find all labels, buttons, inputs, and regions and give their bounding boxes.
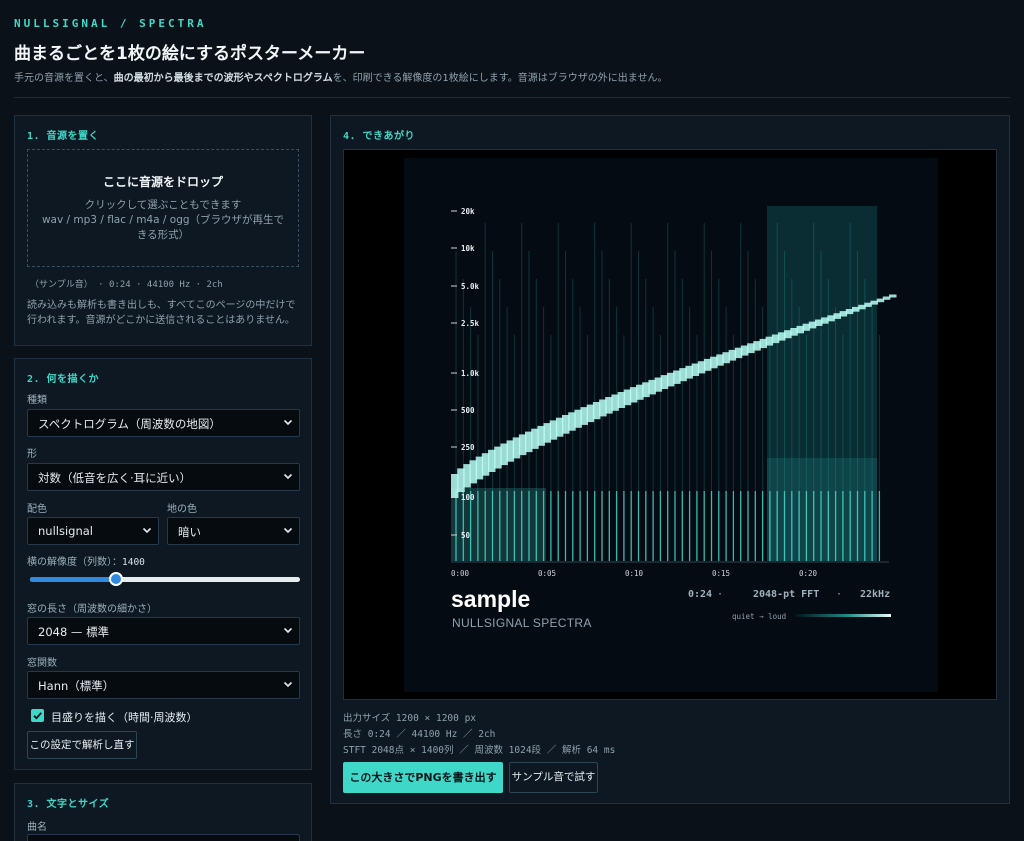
length-info: 長さ 0:24 ／ 44100 Hz ／ 2ch xyxy=(343,729,496,740)
time-tick-label: 0:10 xyxy=(625,569,644,578)
frequency-tick-label: 20k xyxy=(461,207,475,216)
chevron-down-icon xyxy=(142,527,152,534)
poster-canvas: 20k 10k 5.0k 2.5k 1.0k 500 250 100 50 0:00 0:05 0:1… xyxy=(404,158,938,692)
panel-settings: 2. 何を描くか 種類 スペクトログラム（周波数の地図） 形 対数（低音を広く·… xyxy=(14,358,312,770)
poster-fft: 2048-pt FFT xyxy=(753,589,819,600)
frequency-tick-label: 10k xyxy=(461,244,475,253)
stft-info: STFT 2048点 × 1400列 ／ 周波数 1024段 ／ 解析 64 m… xyxy=(343,745,616,756)
subtitle-emphasis: 曲の最初から最後までの波形やスペクトログラム xyxy=(113,73,333,84)
poster-separator: · xyxy=(836,589,842,600)
palette-select-value: nullsignal xyxy=(38,524,93,538)
resolution-label-text: 横の解像度（列数）： xyxy=(27,557,122,568)
frequency-tick-label: 50 xyxy=(461,531,471,540)
time-tick-label: 0:15 xyxy=(712,569,730,578)
spectrogram-poster: 20k 10k 5.0k 2.5k 1.0k 500 250 100 50 0:00 0:05 0:1… xyxy=(451,206,897,630)
poster-artist: NULLSIGNAL SPECTRA xyxy=(452,616,592,630)
frequency-tick-label: 1.0k xyxy=(461,369,480,378)
bg-label: 地の色 xyxy=(167,504,197,515)
drop-hint-line1: クリックして選ぶこともできます xyxy=(84,199,242,211)
poster-legend-bar xyxy=(795,614,891,617)
func-label: 窓関数 xyxy=(27,658,57,669)
slider-fill xyxy=(30,577,117,582)
section-heading-text: 3. 文字とサイズ xyxy=(27,799,110,810)
time-tick-label: 0:20 xyxy=(799,569,818,578)
brand-label: NULLSIGNAL / SPECTRA xyxy=(14,17,207,30)
frequency-tick-label: 2.5k xyxy=(461,319,480,328)
bg-select[interactable]: 暗い xyxy=(167,517,300,545)
time-tick-label: 0:00 xyxy=(451,569,470,578)
func-select[interactable]: Hann（標準） xyxy=(27,671,300,699)
spectrogram-sweep xyxy=(889,294,897,298)
drop-zone[interactable]: ここに音源をドロップ クリックして選ぶこともできます wav / mp3 / f… xyxy=(27,149,299,267)
preview-frame: 20k 10k 5.0k 2.5k 1.0k 500 250 100 50 0:00 0:05 0:1… xyxy=(343,149,997,700)
slider-thumb[interactable] xyxy=(109,572,124,586)
window-select-value: 2048 — 標準 xyxy=(38,625,110,639)
privacy-note: 読み込みも解析も書き出しも、すべてこのページの中だけで行われます。音源がどこかに… xyxy=(27,300,296,326)
shape-label: 形 xyxy=(27,449,37,460)
file-info: （サンプル音） · 0:24 · 44100 Hz · 2ch xyxy=(30,280,223,290)
frequency-tick-label: 100 xyxy=(461,493,475,502)
palette-label: 配色 xyxy=(27,504,47,515)
subtitle-part-c: を、印刷できる解像度の1枚絵にします。音源はブラウザの外に出ません。 xyxy=(332,73,668,84)
drop-hint-formats: wav / mp3 / flac / m4a / ogg（ブラウザが再生できる形… xyxy=(41,214,285,241)
chevron-down-icon xyxy=(283,419,293,426)
window-label: 窓の長さ（周波数の細かさ） xyxy=(27,604,157,615)
grid-checkbox-label[interactable]: 目盛りを描く（時間·周波数） xyxy=(51,709,198,725)
resolution-label: 横の解像度（列数）：1400 xyxy=(27,553,145,568)
frequency-tick-label: 500 xyxy=(461,406,475,415)
panel-text-size: 3. 文字とサイズ 曲名 xyxy=(14,783,312,841)
spectrogram-noise-band xyxy=(767,458,877,561)
window-select[interactable]: 2048 — 標準 xyxy=(27,617,300,645)
drop-title: ここに音源をドロップ xyxy=(102,175,223,189)
subtitle-part-a: 手元の音源を置くと、 xyxy=(14,73,114,84)
time-tick-label: 0:05 xyxy=(538,569,556,578)
chevron-down-icon xyxy=(283,473,293,480)
palette-select[interactable]: nullsignal xyxy=(27,517,159,545)
header-divider xyxy=(14,97,1010,98)
section-heading-source: 1. 音源を置く xyxy=(27,131,100,142)
poster-song-title: sample xyxy=(451,586,530,612)
reanalyze-button[interactable]: この設定で解析し直す xyxy=(27,731,137,759)
shape-select-value: 対数（低音を広く·耳に近い） xyxy=(38,471,192,485)
poster-max-freq: 22kHz xyxy=(860,589,890,600)
grid-checkbox[interactable] xyxy=(31,709,44,722)
page-subtitle: 手元の音源を置くと、曲の最初から最後までの波形やスペクトログラムを、印刷できる解… xyxy=(14,69,667,84)
func-select-value: Hann（標準） xyxy=(38,679,115,693)
bg-select-value: 暗い xyxy=(178,525,201,539)
panel-source: 1. 音源を置く ここに音源をドロップ クリックして選ぶこともできます wav … xyxy=(14,115,312,346)
section-heading-result: 4. できあがり xyxy=(343,131,416,142)
chevron-down-icon xyxy=(283,627,293,634)
export-png-button[interactable]: この大きさでPNGを書き出す xyxy=(343,762,503,793)
page-title: 曲まるごとを1枚の絵にするポスターメーカー xyxy=(14,44,366,64)
kind-select-value: スペクトログラム（周波数の地図） xyxy=(38,417,221,431)
sample-sound-button[interactable]: サンプル音で試す xyxy=(509,762,598,793)
chevron-down-icon xyxy=(283,681,293,688)
song-label: 曲名 xyxy=(27,822,47,833)
check-icon xyxy=(33,712,42,720)
resolution-value: 1400 xyxy=(122,557,145,568)
chevron-down-icon xyxy=(283,527,293,534)
song-title-input[interactable] xyxy=(27,834,300,841)
section-heading-settings: 2. 何を描くか xyxy=(27,374,100,385)
frequency-tick-label: 5.0k xyxy=(461,282,480,291)
poster-duration: 0:24 xyxy=(688,589,712,600)
drop-hint: クリックして選ぶこともできます wav / mp3 / flac / m4a /… xyxy=(28,198,298,243)
frequency-tick-label: 250 xyxy=(461,443,475,452)
poster-legend-label: quiet → loud xyxy=(732,612,786,621)
kind-label: 種類 xyxy=(27,395,47,406)
resolution-slider[interactable] xyxy=(30,572,300,586)
shape-select[interactable]: 対数（低音を広く·耳に近い） xyxy=(27,463,300,491)
output-size: 出力サイズ 1200 × 1200 px xyxy=(343,713,477,724)
poster-separator: · xyxy=(717,589,723,600)
kind-select[interactable]: スペクトログラム（周波数の地図） xyxy=(27,409,300,437)
